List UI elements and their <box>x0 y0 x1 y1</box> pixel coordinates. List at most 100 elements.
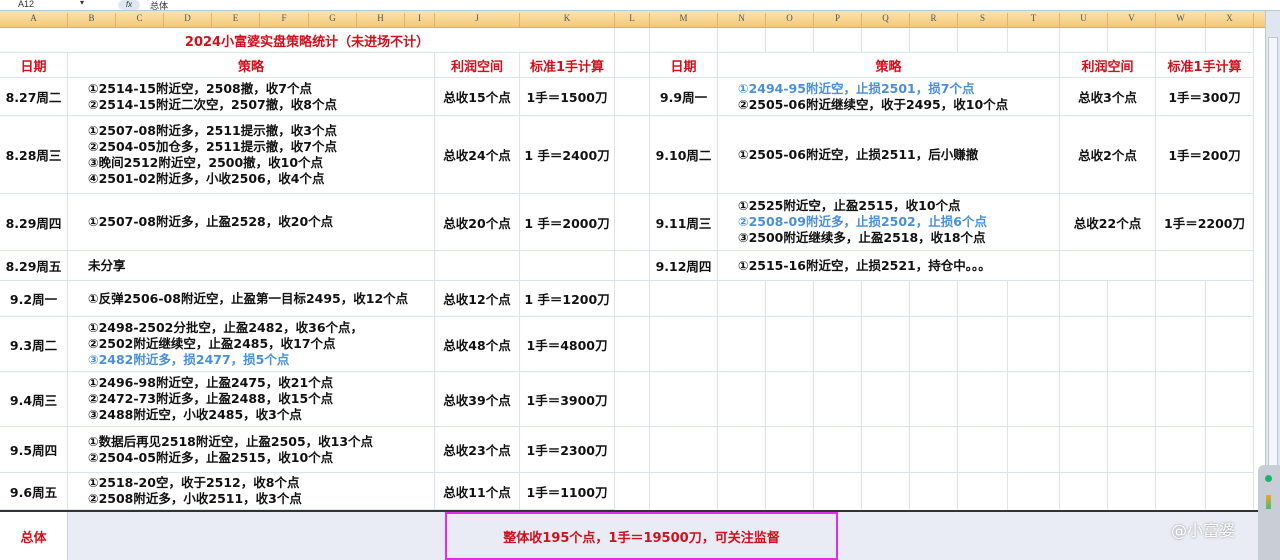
strategy-line: 未分享 <box>88 257 126 273</box>
column-header-X[interactable]: X <box>1206 13 1254 27</box>
total-summary-cell[interactable]: 整体收195个点，1手＝19500刀，可关注监督 <box>445 512 838 560</box>
date-cell[interactable]: 9.11周三 <box>650 194 718 251</box>
date-cell[interactable]: 8.29周四 <box>0 194 68 251</box>
column-header-B[interactable]: B <box>68 13 116 27</box>
column-header-W[interactable]: W <box>1156 13 1206 27</box>
calc-cell[interactable]: 1 手＝1200刀 <box>520 281 615 317</box>
profit-cell[interactable]: 总收12个点 <box>435 281 520 317</box>
calc-cell[interactable]: 1手＝4800刀 <box>520 317 615 372</box>
column-header-K[interactable]: K <box>520 13 615 27</box>
profit-cell[interactable]: 总收24个点 <box>435 116 520 194</box>
strategy-cell[interactable]: ①2494-95附近空，止损2501，损7个点 ②2505-06附近继续空，收于2… <box>718 78 1060 116</box>
calc-cell[interactable]: 1手＝200刀 <box>1156 116 1254 194</box>
total-label[interactable]: 总体 <box>0 512 68 560</box>
column-header-M[interactable]: M <box>650 13 718 27</box>
strategy-line: ②2502附近继续空，止盈2485，收17个点 <box>88 336 336 351</box>
strategy-cell[interactable]: ①反弹2506-08附近空，止盈第一目标2495，收12个点 <box>68 281 435 317</box>
profit-cell[interactable]: 总收20个点 <box>435 194 520 251</box>
strategy-line: ①2525附近空，止盈2515，收10个点 <box>738 198 961 213</box>
column-header-I[interactable]: I <box>405 13 435 27</box>
profit-cell[interactable]: 总收3个点 <box>1060 78 1156 116</box>
calc-cell[interactable]: 1手＝1500刀 <box>520 78 615 116</box>
strategy-line-loss: ②2508-09附近多，止损2502，止损6个点 <box>738 214 987 229</box>
profit-cell[interactable] <box>1060 251 1156 281</box>
calc-cell[interactable]: 1 手＝2000刀 <box>520 194 615 251</box>
column-header-G[interactable]: G <box>309 13 357 27</box>
sheet-title[interactable]: 2024小富婆实盘策略统计（未进场不计） <box>0 28 615 53</box>
column-header-Q[interactable]: Q <box>862 13 910 27</box>
date-cell[interactable]: 9.6周五 <box>0 473 68 510</box>
column-header-J[interactable]: J <box>435 13 520 27</box>
date-cell[interactable]: 9.5周四 <box>0 427 68 473</box>
strategy-cell[interactable]: ①数据后再见2518附近空，止盈2505，收13个点 ②2504-05附近多，止盈… <box>68 427 435 473</box>
profit-cell[interactable]: 总收2个点 <box>1060 116 1156 194</box>
header-calc[interactable]: 标准1手计算 <box>520 53 615 78</box>
strategy-line: ②2472-73附近多，止盈2488，收15个点 <box>88 391 334 406</box>
strategy-cell[interactable]: ①2525附近空，止盈2515，收10个点 ②2508-09附近多，止损2502，… <box>718 194 1060 251</box>
column-header-U[interactable]: U <box>1060 13 1108 27</box>
column-header-D[interactable]: D <box>164 13 212 27</box>
header-strategy[interactable]: 策略 <box>68 53 435 78</box>
strategy-line: ②2504-05加仓多，2511提示撤，收7个点 <box>88 138 337 154</box>
column-header-L[interactable]: L <box>615 13 650 27</box>
date-cell[interactable]: 9.4周三 <box>0 372 68 427</box>
calc-cell[interactable]: 1手＝2200刀 <box>1156 194 1254 251</box>
strategy-line: ①2518-20空，收于2512，收8个点 <box>88 475 300 490</box>
calc-cell[interactable]: 1手＝300刀 <box>1156 78 1254 116</box>
strategy-cell[interactable]: ①2505-06附近空，止损2511，后小赚撤 <box>718 116 1060 194</box>
date-cell[interactable]: 9.12周四 <box>650 251 718 281</box>
column-header-N[interactable]: N <box>718 13 766 27</box>
profit-cell[interactable]: 总收48个点 <box>435 317 520 372</box>
column-header-O[interactable]: O <box>766 13 814 27</box>
date-cell[interactable]: 8.28周三 <box>0 116 68 194</box>
column-header-S[interactable]: S <box>958 13 1008 27</box>
header-strategy[interactable]: 策略 <box>718 53 1060 78</box>
strategy-cell[interactable]: ①2498-2502分批空，止盈2482，收36个点， ②2502附近继续空，止盈… <box>68 317 435 372</box>
column-header-F[interactable]: F <box>260 13 309 27</box>
calc-cell[interactable] <box>520 251 615 281</box>
strategy-cell[interactable]: ①2507-08附近多，2511提示撤，收3个点 ②2504-05加仓多，2511… <box>68 116 435 194</box>
fx-icon[interactable]: fx <box>118 0 140 10</box>
strategy-cell[interactable]: ①2515-16附近空，止损2521，持仓中。。。 <box>718 251 1060 281</box>
column-header-E[interactable]: E <box>212 13 260 27</box>
header-date[interactable]: 日期 <box>0 53 68 78</box>
column-header-A[interactable]: A <box>0 13 68 27</box>
name-box[interactable]: A12 <box>18 0 34 9</box>
column-header-T[interactable]: T <box>1008 13 1060 27</box>
strategy-line: ①2498-2502分批空，止盈2482，收36个点， <box>88 320 364 335</box>
column-header-H[interactable]: H <box>357 13 405 27</box>
column-header-R[interactable]: R <box>910 13 958 27</box>
strategy-cell[interactable]: ①2514-15附近空，2508撤，收7个点 ②2514-15附近二次空，2507… <box>68 78 435 116</box>
strategy-line-loss: ③2482附近多，损2477，损5个点 <box>88 352 290 367</box>
date-cell[interactable]: 8.27周二 <box>0 78 68 116</box>
column-header-V[interactable]: V <box>1108 13 1156 27</box>
header-profit[interactable]: 利润空间 <box>435 53 520 78</box>
strategy-cell[interactable]: ①2496-98附近空，止盈2475，收21个点 ②2472-73附近多，止盈24… <box>68 372 435 427</box>
header-date[interactable]: 日期 <box>650 53 718 78</box>
date-cell[interactable]: 9.10周二 <box>650 116 718 194</box>
scrollbar-thumb[interactable] <box>1268 37 1278 477</box>
calc-cell[interactable]: 1 手＝2400刀 <box>520 116 615 194</box>
calc-cell[interactable]: 1手＝2300刀 <box>520 427 615 473</box>
calc-cell[interactable]: 1手＝1100刀 <box>520 473 615 510</box>
date-cell[interactable]: 9.3周二 <box>0 317 68 372</box>
calc-cell[interactable] <box>1156 251 1254 281</box>
date-cell[interactable]: 9.2周一 <box>0 281 68 317</box>
name-box-dropdown-icon[interactable]: ▾ <box>80 0 84 7</box>
profit-cell[interactable]: 总收22个点 <box>1060 194 1156 251</box>
column-header-P[interactable]: P <box>814 13 862 27</box>
strategy-cell[interactable]: ①2507-08附近多，止盈2528，收20个点 <box>68 194 435 251</box>
header-profit[interactable]: 利润空间 <box>1060 53 1156 78</box>
profit-cell[interactable]: 总收39个点 <box>435 372 520 427</box>
profit-cell[interactable]: 总收23个点 <box>435 427 520 473</box>
date-cell[interactable]: 8.29周五 <box>0 251 68 281</box>
date-cell[interactable]: 9.9周一 <box>650 78 718 116</box>
profit-cell[interactable]: 总收15个点 <box>435 78 520 116</box>
strategy-cell[interactable]: ①2518-20空，收于2512，收8个点 ②2508附近多，小收2511，收3个… <box>68 473 435 510</box>
profit-cell[interactable] <box>435 251 520 281</box>
header-calc[interactable]: 标准1手计算 <box>1156 53 1254 78</box>
column-header-C[interactable]: C <box>116 13 164 27</box>
profit-cell[interactable]: 总收11个点 <box>435 473 520 510</box>
calc-cell[interactable]: 1手＝3900刀 <box>520 372 615 427</box>
strategy-cell[interactable]: 未分享 <box>68 251 435 281</box>
